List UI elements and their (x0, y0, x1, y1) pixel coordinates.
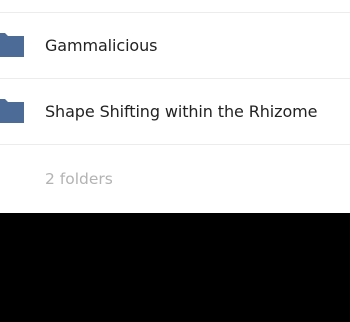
folder-row-shape-shifting[interactable]: Shape Shifting within the Rhizome (0, 79, 350, 145)
folder-icon (0, 95, 24, 127)
folder-row-gammalicious[interactable]: Gammalicious (0, 13, 350, 79)
file-list-panel: Gammalicious Shape Shifting within the R… (0, 0, 350, 213)
folder-name: Gammalicious (45, 36, 158, 55)
folder-name: Shape Shifting within the Rhizome (45, 102, 318, 121)
folder-count-summary: 2 folders (45, 170, 113, 188)
folder-icon (0, 29, 24, 61)
divider (0, 144, 350, 145)
